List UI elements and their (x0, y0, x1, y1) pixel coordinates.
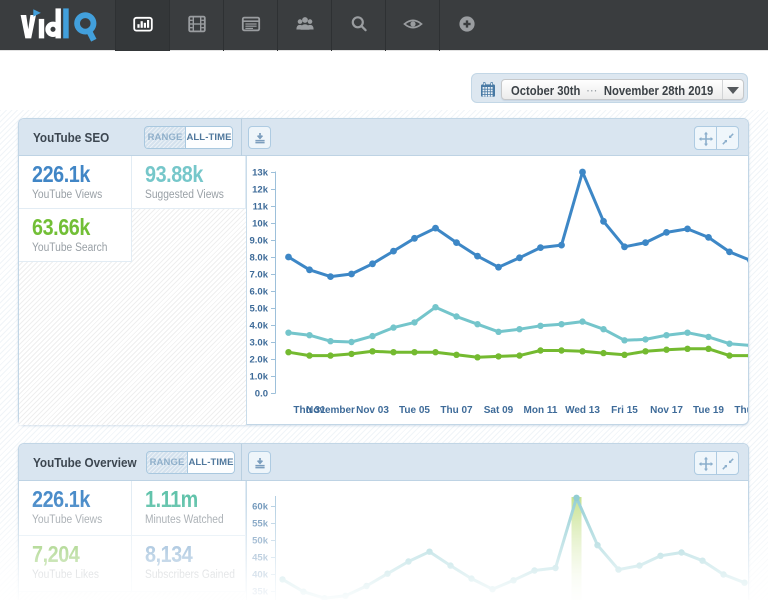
svg-text:Sat 09: Sat 09 (484, 405, 514, 416)
svg-text:5.0k: 5.0k (250, 304, 269, 315)
svg-text:6.0k: 6.0k (250, 287, 269, 298)
svg-text:Tue 19: Tue 19 (693, 405, 724, 416)
svg-text:8.0k: 8.0k (250, 253, 269, 264)
svg-text:Nov 03: Nov 03 (356, 405, 389, 416)
svg-text:3.0k: 3.0k (250, 338, 269, 349)
svg-text:November: November (306, 405, 355, 416)
svg-text:1.0k: 1.0k (250, 372, 269, 383)
svg-text:Tue 05: Tue 05 (399, 405, 430, 416)
svg-text:7.0k: 7.0k (250, 270, 269, 281)
svg-text:11k: 11k (253, 202, 269, 213)
svg-text:Thu 21: Thu 21 (734, 405, 748, 416)
svg-text:9.0k: 9.0k (250, 236, 269, 247)
svg-text:Nov 17: Nov 17 (650, 405, 683, 416)
svg-text:Fri 15: Fri 15 (611, 405, 638, 416)
svg-text:12k: 12k (252, 185, 269, 196)
svg-text:Mon 11: Mon 11 (524, 405, 558, 416)
svg-text:Wed 13: Wed 13 (565, 405, 600, 416)
svg-text:Thu 07: Thu 07 (440, 405, 473, 416)
svg-text:13k: 13k (252, 168, 269, 179)
svg-text:4.0k: 4.0k (250, 321, 269, 332)
svg-text:10k: 10k (252, 219, 269, 230)
svg-text:2.0k: 2.0k (250, 355, 269, 366)
svg-text:0.0: 0.0 (255, 389, 268, 400)
